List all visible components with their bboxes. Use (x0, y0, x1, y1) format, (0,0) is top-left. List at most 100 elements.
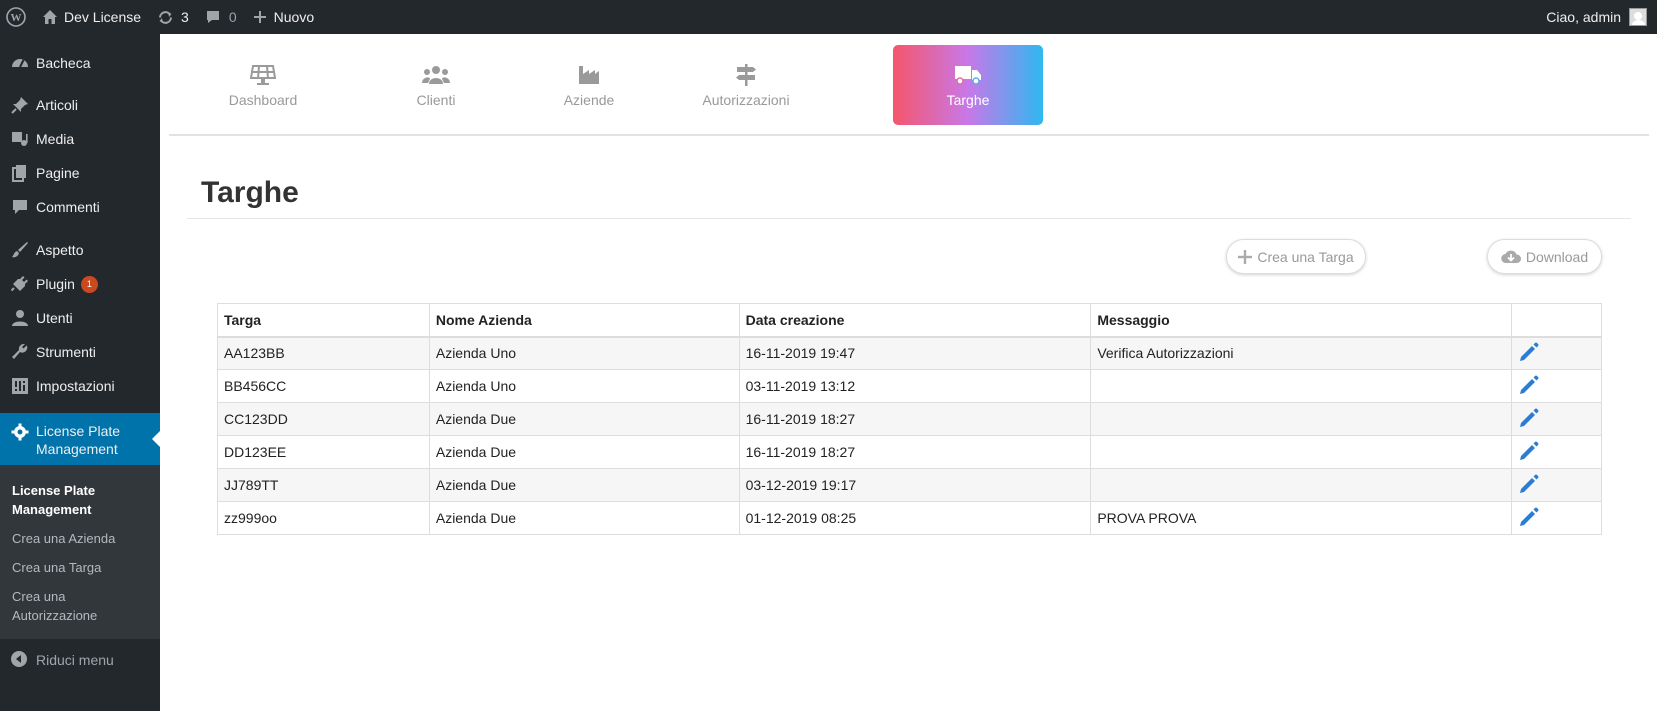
cell-actions (1511, 402, 1602, 436)
table-row: DD123EE Azienda Due 16-11-2019 18:27 (217, 435, 1602, 469)
label-line: Autorizzazione (12, 608, 98, 623)
table-row: BB456CC Azienda Uno 03-11-2019 13:12 (217, 369, 1602, 403)
sidebar-item-label: Media (36, 131, 75, 147)
plates-table-wrap: Targa Nome Azienda Data creazione Messag… (217, 303, 1602, 535)
plugin-update-badge: 1 (80, 275, 98, 293)
comments-link[interactable]: 0 (197, 0, 245, 34)
user-icon (10, 308, 30, 328)
cell-data: 01-12-2019 08:25 (738, 501, 1092, 535)
submenu-item-crea-autorizzazione[interactable]: Crea una Autorizzazione (0, 583, 160, 629)
tab-autorizzazioni[interactable]: Autorizzazioni (686, 45, 806, 125)
pin-icon (10, 95, 30, 115)
sidebar-item-utenti[interactable]: Utenti (0, 301, 160, 335)
submenu-item-license-plate-management[interactable]: License Plate Management (0, 477, 160, 523)
sidebar-item-label: Utenti (36, 310, 73, 326)
label-line: Management (36, 441, 118, 457)
column-header-actions (1511, 303, 1602, 338)
sidebar-item-label: License Plate Management (36, 422, 120, 458)
tab-label: Clienti (416, 91, 456, 108)
new-content-link[interactable]: Nuovo (245, 0, 322, 34)
cell-targa: AA123BB (217, 336, 430, 370)
plugin-top-nav: Dashboard Clienti Aziende Autorizzazioni… (169, 34, 1649, 136)
comment-bubble-icon (205, 9, 221, 25)
page-header: Targhe (187, 160, 1631, 219)
sidebar-item-label: Impostazioni (36, 378, 115, 394)
sidebar-item-plugin[interactable]: Plugin 1 (0, 267, 160, 301)
sidebar-item-pagine[interactable]: Pagine (0, 156, 160, 190)
cell-targa: zz999oo (217, 501, 430, 535)
sidebar-item-bacheca[interactable]: Bacheca (0, 46, 160, 80)
edit-pencil-icon[interactable] (1518, 473, 1540, 495)
sidebar-submenu: License Plate Management Crea una Aziend… (0, 465, 160, 639)
submenu-item-crea-targa[interactable]: Crea una Targa (0, 554, 160, 581)
wrench-icon (10, 342, 30, 362)
edit-pencil-icon[interactable] (1518, 407, 1540, 429)
admin-bar: W Dev License 3 0 Nuovo Ciao, admin (0, 0, 1657, 34)
edit-pencil-icon[interactable] (1518, 341, 1540, 363)
column-header-targa[interactable]: Targa (217, 303, 430, 338)
wordpress-logo-icon[interactable]: W (0, 0, 34, 34)
pages-icon (10, 163, 30, 183)
my-account-link[interactable]: Ciao, admin (1538, 0, 1657, 34)
sidebar-item-label: Plugin (36, 276, 75, 292)
plus-icon (253, 10, 267, 24)
cell-actions (1511, 435, 1602, 469)
collapse-arrow-icon (10, 650, 30, 670)
cell-actions (1511, 468, 1602, 502)
collapse-menu-button[interactable]: Riduci menu (0, 643, 160, 677)
sidebar-item-license-plate-management[interactable]: License Plate Management (0, 413, 160, 465)
label-line: License Plate (36, 423, 121, 439)
plugin-icon (10, 274, 30, 294)
tab-aziende[interactable]: Aziende (539, 45, 639, 125)
label-line: Management (12, 502, 92, 517)
table-row: CC123DD Azienda Due 16-11-2019 18:27 (217, 402, 1602, 436)
cell-azienda: Azienda Due (428, 402, 740, 436)
sidebar-item-label: Pagine (36, 165, 80, 181)
greeting: Ciao, admin (1546, 9, 1621, 25)
truck-icon (954, 63, 982, 87)
label-line: Crea una (12, 589, 66, 604)
cell-azienda: Azienda Due (428, 435, 740, 469)
column-header-nome-azienda[interactable]: Nome Azienda (428, 303, 740, 338)
submenu-item-crea-azienda[interactable]: Crea una Azienda (0, 525, 160, 552)
gear-icon (10, 422, 30, 442)
edit-pencil-icon[interactable] (1518, 374, 1540, 396)
tab-label: Autorizzazioni (702, 91, 790, 108)
sidebar-item-aspetto[interactable]: Aspetto (0, 233, 160, 267)
sidebar-item-label: Aspetto (36, 242, 84, 258)
site-name-link[interactable]: Dev License (34, 0, 149, 34)
sidebar-item-impostazioni[interactable]: Impostazioni (0, 369, 160, 403)
cell-messaggio: PROVA PROVA (1090, 501, 1513, 535)
updates-count: 3 (181, 9, 189, 25)
users-icon (422, 63, 450, 87)
cell-data: 03-12-2019 19:17 (738, 468, 1092, 502)
sidebar-item-label: Articoli (36, 97, 79, 113)
column-header-messaggio[interactable]: Messaggio (1090, 303, 1513, 338)
cell-azienda: Azienda Uno (428, 369, 740, 403)
create-plate-button[interactable]: Crea una Targa (1226, 239, 1366, 274)
cell-actions (1511, 336, 1602, 370)
tab-label: Aziende (563, 91, 615, 108)
tab-targhe[interactable]: Targhe (893, 45, 1043, 125)
updates-link[interactable]: 3 (149, 0, 197, 34)
cell-data: 03-11-2019 13:12 (738, 369, 1092, 403)
cell-actions (1511, 369, 1602, 403)
dashboard-icon (10, 53, 30, 73)
sidebar-item-commenti[interactable]: Commenti (0, 190, 160, 224)
sidebar-item-strumenti[interactable]: Strumenti (0, 335, 160, 369)
tab-clienti[interactable]: Clienti (386, 45, 486, 125)
edit-pencil-icon[interactable] (1518, 506, 1540, 528)
avatar (1629, 8, 1647, 26)
cell-messaggio: Verifica Autorizzazioni (1090, 336, 1513, 370)
sidebar-item-articoli[interactable]: Articoli (0, 88, 160, 122)
sidebar-item-label: Bacheca (36, 55, 91, 71)
sidebar-item-label: Strumenti (36, 344, 96, 360)
plus-icon (1238, 249, 1253, 264)
download-button[interactable]: Download (1487, 239, 1602, 274)
column-header-data-creazione[interactable]: Data creazione (738, 303, 1092, 338)
edit-pencil-icon[interactable] (1518, 440, 1540, 462)
tab-dashboard[interactable]: Dashboard (203, 45, 323, 125)
download-label: Download (1525, 248, 1589, 265)
sidebar-item-media[interactable]: Media (0, 122, 160, 156)
tab-label: Targhe (946, 91, 990, 108)
